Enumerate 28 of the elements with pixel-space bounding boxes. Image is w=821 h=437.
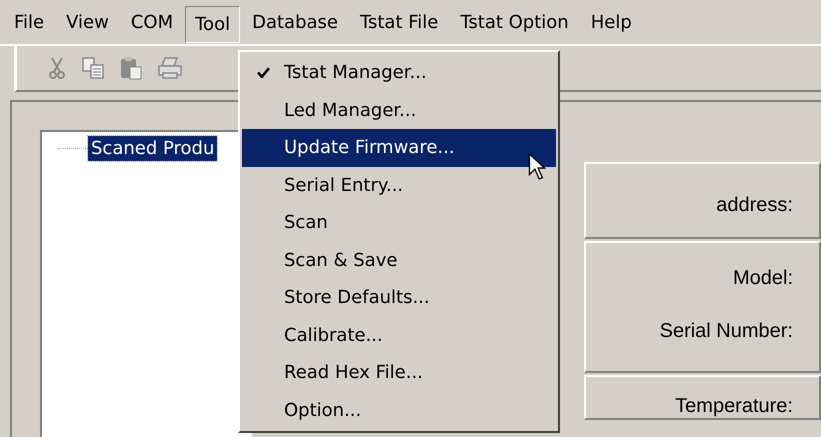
- menu-option[interactable]: Scan: [242, 204, 556, 242]
- mouse-cursor-icon: [528, 153, 546, 181]
- menu-option[interactable]: Tstat Manager...: [242, 54, 556, 92]
- menu-item[interactable]: File: [4, 4, 54, 40]
- scissors-icon[interactable]: [47, 55, 67, 81]
- field-label: address:: [716, 194, 793, 217]
- field-label: Serial Number:: [660, 320, 793, 343]
- field-label: Temperature:: [675, 395, 793, 418]
- paste-icon[interactable]: [119, 56, 143, 80]
- menu-option[interactable]: Serial Entry...: [242, 166, 556, 204]
- menu-item[interactable]: Help: [580, 4, 642, 40]
- menu-item[interactable]: View: [56, 4, 119, 40]
- menu-option[interactable]: Store Defaults...: [242, 279, 556, 316]
- menu-item[interactable]: Tool: [185, 6, 240, 42]
- menu-item[interactable]: Tstat File: [350, 4, 448, 40]
- tree-item[interactable]: Scaned Produ: [88, 136, 218, 161]
- menu-item[interactable]: COM: [120, 4, 184, 40]
- menu-option[interactable]: Calibrate...: [242, 316, 556, 354]
- menu-item[interactable]: Tstat Option: [450, 4, 579, 40]
- menu-option[interactable]: Option...: [242, 392, 556, 429]
- menu-option[interactable]: Scan & Save: [242, 242, 556, 279]
- printer-icon[interactable]: [157, 56, 183, 80]
- menu-option[interactable]: Update Firmware...: [242, 129, 556, 166]
- menu-option[interactable]: Read Hex File...: [242, 354, 556, 392]
- menu-option[interactable]: Led Manager...: [242, 92, 556, 129]
- field-label: Model:: [732, 267, 793, 290]
- menu-item[interactable]: Database: [242, 4, 348, 40]
- copy-icon[interactable]: [81, 56, 105, 80]
